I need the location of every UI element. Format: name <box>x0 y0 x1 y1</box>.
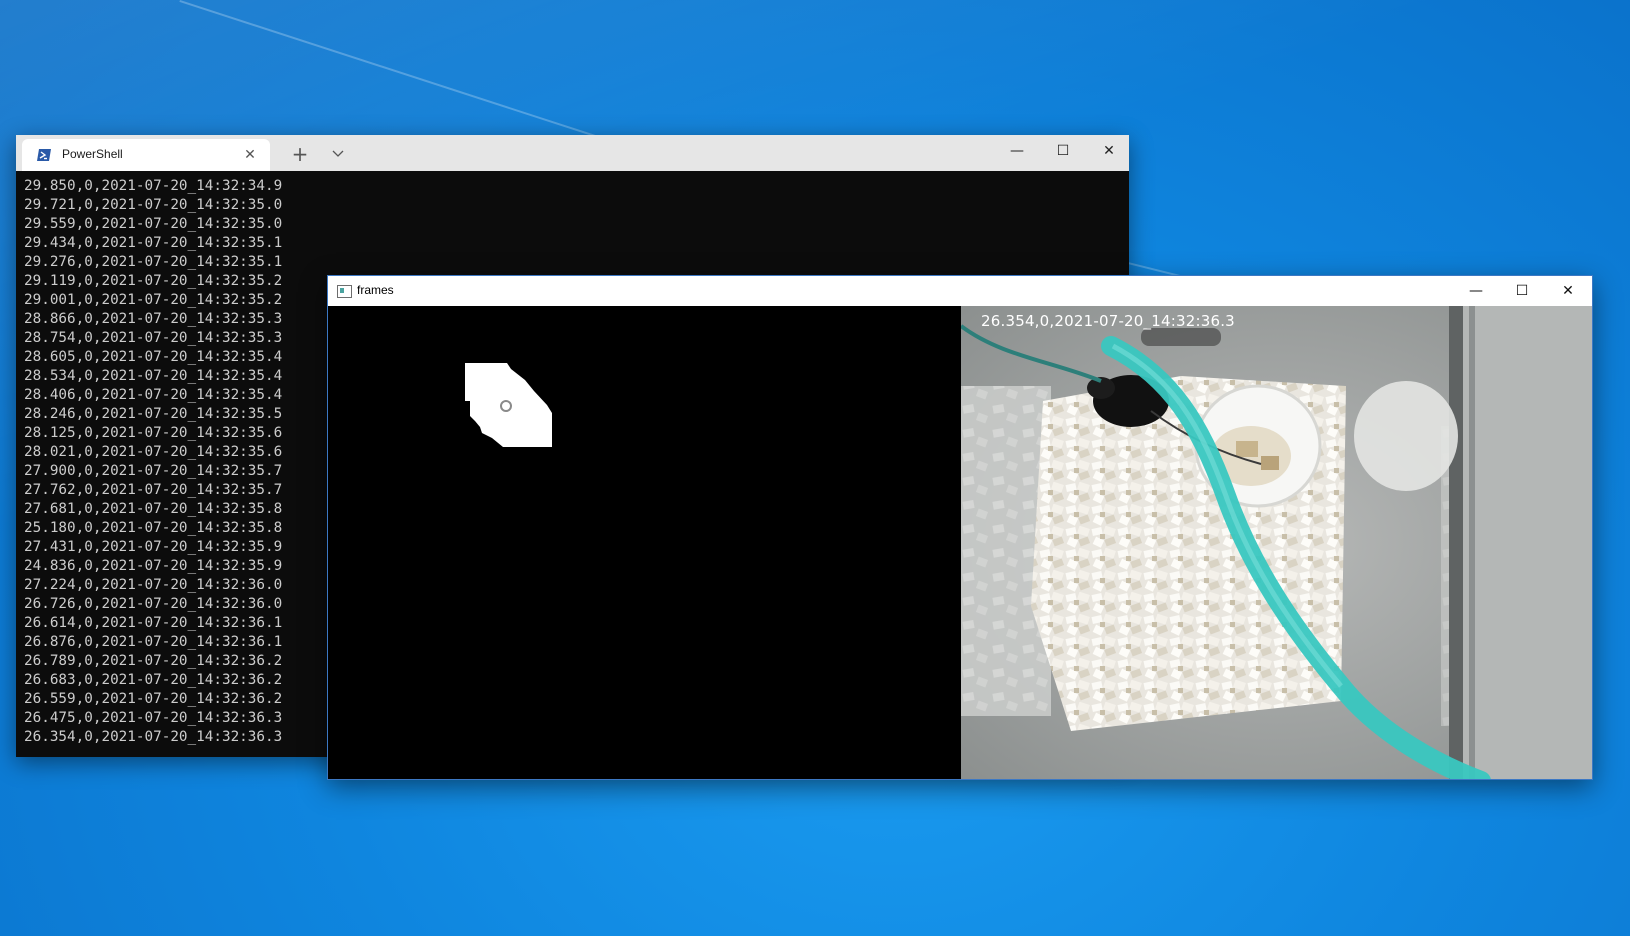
frames-window[interactable]: frames — ☐ ✕ 26.354,0,2021-07-20_14:32:3… <box>327 275 1593 780</box>
frame-timestamp-overlay: 26.354,0,2021-07-20_14:32:36.3 <box>981 312 1235 330</box>
chevron-down-icon[interactable] <box>324 140 352 168</box>
camera-frame: 26.354,0,2021-07-20_14:32:36.3 <box>961 306 1592 779</box>
minimize-button[interactable]: — <box>1453 276 1499 306</box>
tab-powershell[interactable]: PowerShell ✕ <box>22 139 270 171</box>
plus-icon[interactable]: + <box>286 140 314 168</box>
tab-title: PowerShell <box>62 147 123 161</box>
tracked-blob <box>465 363 552 447</box>
powershell-icon <box>37 149 51 161</box>
terminal-line: 29.276,0,2021-07-20_14:32:35.1 <box>24 254 283 270</box>
desktop-background: PowerShell ✕ + — ☐ ✕ 29.850,0,2021-07-20… <box>0 0 1630 936</box>
terminal-line: 29.559,0,2021-07-20_14:32:35.0 <box>24 216 283 232</box>
mask-image <box>465 363 552 447</box>
maximize-button[interactable]: ☐ <box>1040 135 1086 167</box>
close-icon[interactable]: ✕ <box>240 145 260 165</box>
window-app-icon <box>337 285 352 298</box>
close-button[interactable]: ✕ <box>1545 276 1591 306</box>
terminal-line: 29.850,0,2021-07-20_14:32:34.9 <box>24 178 283 194</box>
mask-frame <box>328 306 961 779</box>
window-title: frames <box>357 283 394 297</box>
camera-image <box>961 306 1592 779</box>
terminal-line: 29.434,0,2021-07-20_14:32:35.1 <box>24 235 283 251</box>
powershell-titlebar[interactable]: PowerShell ✕ + — ☐ ✕ <box>16 135 1129 171</box>
close-button[interactable]: ✕ <box>1086 135 1132 167</box>
maximize-button[interactable]: ☐ <box>1499 276 1545 306</box>
terminal-line: 29.721,0,2021-07-20_14:32:35.0 <box>24 197 283 213</box>
minimize-button[interactable]: — <box>994 135 1040 167</box>
frames-titlebar[interactable]: frames — ☐ ✕ <box>328 276 1592 306</box>
